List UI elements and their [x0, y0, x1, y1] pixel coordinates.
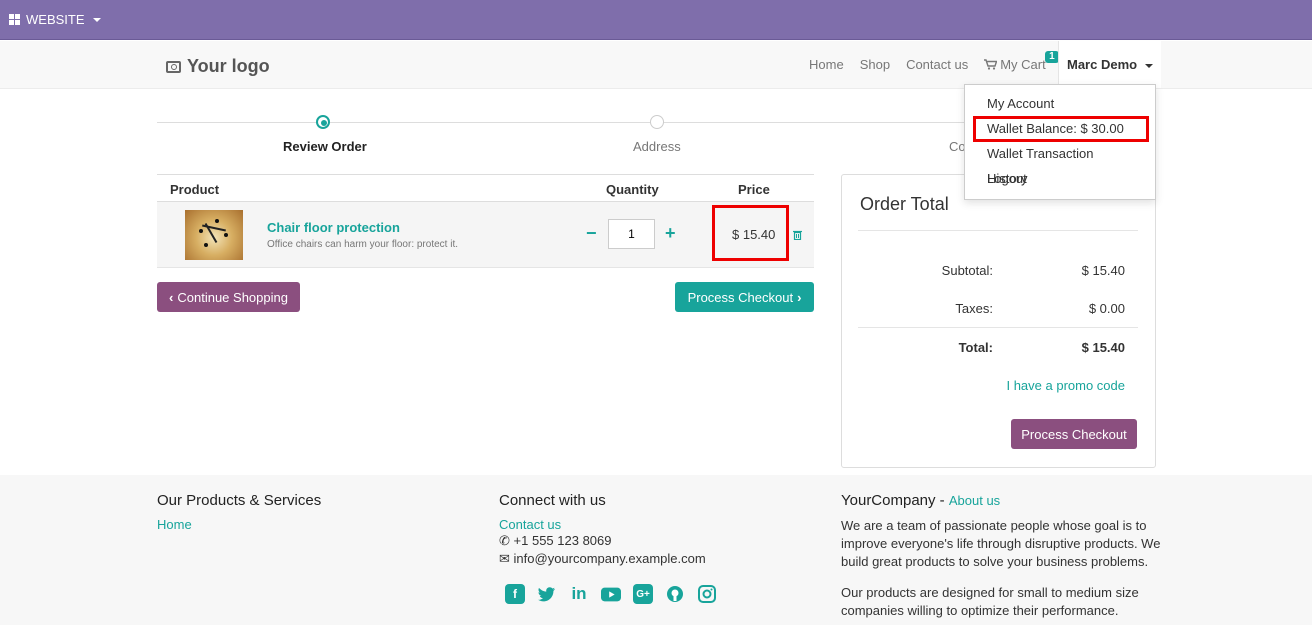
quantity-plus-button[interactable]: + [665, 224, 676, 242]
youtube-icon[interactable] [601, 584, 621, 604]
cart-table-header: Product Quantity Price [157, 174, 814, 202]
instagram-icon[interactable] [697, 584, 717, 604]
step-address: Address [633, 139, 681, 154]
footer-products-col: Our Products & Services Home [157, 492, 321, 532]
divider [858, 327, 1138, 328]
website-topbar: WEBSITE [0, 0, 1312, 40]
total-label: Total: [958, 340, 993, 355]
grid-icon [9, 14, 20, 25]
nav-link-contact[interactable]: Contact us [906, 57, 968, 72]
logo[interactable]: Your logo [166, 56, 270, 77]
website-menu-toggle[interactable]: WEBSITE [9, 12, 101, 27]
order-total-title: Order Total [860, 194, 949, 214]
footer-company-text-1: We are a team of passionate people whose… [841, 518, 1161, 569]
logo-text: Your logo [187, 56, 270, 76]
menu-item-wallet-history[interactable]: Wallet Transaction History [965, 141, 1155, 186]
continue-shopping-button[interactable]: ‹ Continue Shopping [157, 282, 300, 312]
nav-link-cart[interactable]: My Cart 1 [984, 51, 1062, 72]
header-price: Price [738, 182, 770, 197]
footer-link-home[interactable]: Home [157, 517, 321, 532]
facebook-icon[interactable]: f [505, 584, 525, 604]
footer-company-col: YourCompany - About us We are a team of … [841, 492, 1161, 620]
footer-products-title: Our Products & Services [157, 492, 322, 509]
menu-item-wallet-balance[interactable]: Wallet Balance: $ 30.00 [965, 116, 1155, 141]
nav-link-home[interactable]: Home [809, 57, 844, 72]
nav-link-shop[interactable]: Shop [860, 57, 890, 72]
footer-company-title: YourCompany - About us [841, 492, 1001, 509]
main-navbar: Your logo Home Shop Contact us My Cart 1… [0, 41, 1312, 89]
price-highlight [712, 205, 789, 261]
user-dropdown-menu: My Account Wallet Balance: $ 30.00 Walle… [964, 84, 1156, 200]
step-review-order: Review Order [283, 139, 367, 154]
social-icons: f in G+ [505, 584, 717, 604]
cart-count-badge: 1 [1045, 51, 1059, 63]
caret-down-icon [92, 17, 101, 22]
quantity-minus-button[interactable]: − [586, 224, 597, 242]
chevron-left-icon: ‹ [169, 289, 174, 305]
subtotal-value: $ 15.40 [1081, 263, 1125, 278]
footer-company-text-2: Our products are designed for small to m… [841, 585, 1139, 618]
total-value: $ 15.40 [1081, 340, 1125, 355]
menu-item-my-account[interactable]: My Account [965, 91, 1155, 116]
header-quantity: Quantity [606, 182, 659, 197]
caret-down-icon [1144, 63, 1153, 68]
product-description: Office chairs can harm your floor: prote… [267, 239, 459, 250]
header-product: Product [170, 182, 220, 197]
user-menu-toggle[interactable]: Marc Demo [1058, 41, 1161, 88]
product-name-link[interactable]: Chair floor protection [267, 220, 400, 235]
shopping-cart-icon [984, 59, 998, 70]
github-icon[interactable] [665, 584, 685, 604]
website-menu-label: WEBSITE [26, 12, 85, 27]
footer-phone: ✆ +1 555 123 8069 [499, 533, 612, 548]
step-dot-review [316, 115, 330, 129]
divider [858, 230, 1138, 231]
product-image[interactable] [185, 210, 243, 260]
user-name: Marc Demo [1067, 57, 1138, 72]
footer-link-about[interactable]: About us [949, 493, 1000, 508]
promo-code-link[interactable]: I have a promo code [1006, 378, 1125, 393]
quantity-input[interactable] [608, 219, 655, 249]
process-checkout-button[interactable]: Process Checkout › [675, 282, 814, 312]
menu-item-logout[interactable]: Logout [965, 166, 1155, 191]
step-dot-address [650, 115, 664, 129]
taxes-label: Taxes: [955, 301, 993, 316]
envelope-icon: ✉ [499, 551, 510, 566]
footer-connect-col: Connect with us Contact us ✆ +1 555 123 … [499, 492, 717, 604]
camera-icon [166, 60, 181, 73]
order-total-panel: Order Total Subtotal: $ 15.40 Taxes: $ 0… [841, 174, 1156, 468]
google-plus-icon[interactable]: G+ [633, 584, 653, 604]
cart-label: My Cart [1000, 57, 1046, 72]
footer-link-contact[interactable]: Contact us [499, 517, 717, 532]
subtotal-label: Subtotal: [941, 263, 993, 278]
trash-icon[interactable] [793, 230, 802, 243]
footer-connect-title: Connect with us [499, 492, 606, 509]
linkedin-icon[interactable]: in [569, 584, 589, 604]
taxes-value: $ 0.00 [1088, 301, 1125, 316]
footer: Our Products & Services Home Connect wit… [0, 475, 1312, 625]
nav-links: Home Shop Contact us My Cart 1 [809, 51, 1078, 72]
chevron-right-icon: › [797, 289, 802, 305]
phone-icon: ✆ [499, 533, 510, 548]
twitter-icon[interactable] [537, 584, 557, 604]
order-total-checkout-button[interactable]: Process Checkout [1011, 419, 1137, 449]
footer-email: ✉ info@yourcompany.example.com [499, 551, 706, 566]
